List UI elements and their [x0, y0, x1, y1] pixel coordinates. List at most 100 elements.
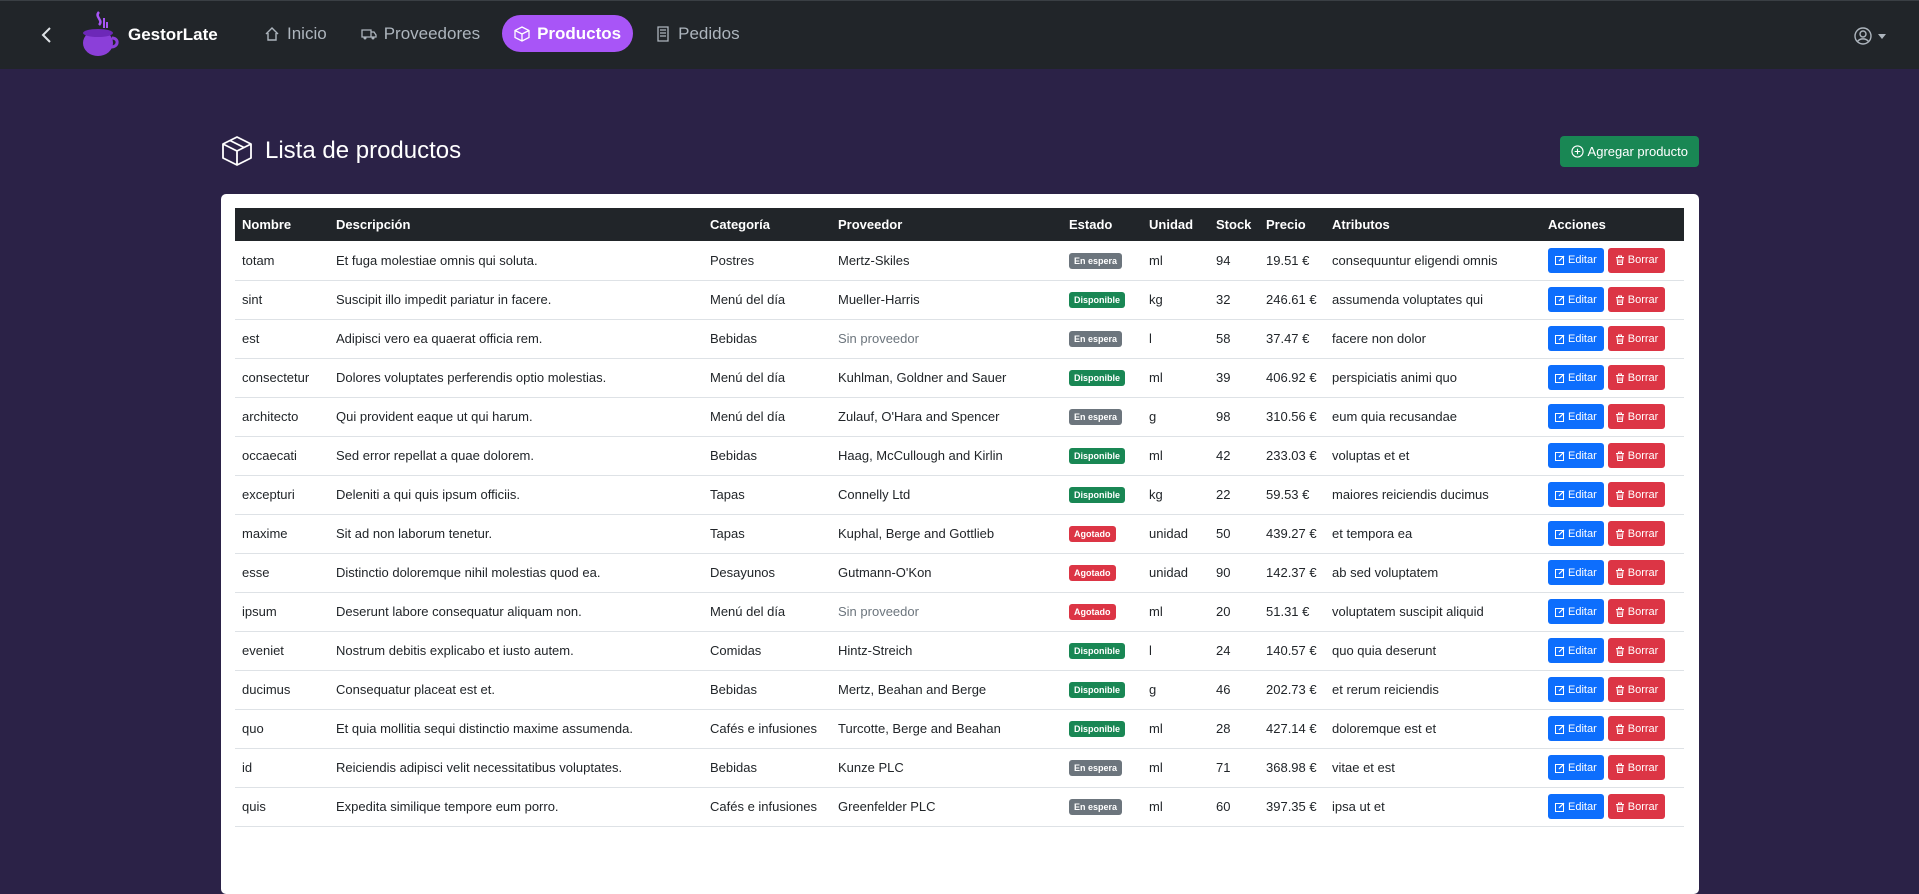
edit-button[interactable]: Editar	[1548, 365, 1604, 390]
delete-button[interactable]: Borrar	[1607, 365, 1666, 390]
delete-button[interactable]: Borrar	[1607, 326, 1666, 351]
delete-button[interactable]: Borrar	[1607, 638, 1666, 663]
edit-button[interactable]: Editar	[1548, 638, 1604, 663]
edit-label: Editar	[1568, 605, 1597, 618]
pencil-square-icon	[1555, 490, 1565, 500]
edit-label: Editar	[1568, 371, 1597, 384]
nav-link-inicio[interactable]: Inicio	[252, 15, 339, 52]
edit-label: Editar	[1568, 722, 1597, 735]
edit-button[interactable]: Editar	[1548, 287, 1604, 312]
row-actions: Editar Borrar	[1548, 247, 1677, 273]
cell-nombre: maxime	[242, 526, 288, 541]
cell-atributos: et rerum reiciendis	[1332, 682, 1439, 697]
edit-label: Editar	[1568, 410, 1597, 423]
edit-button[interactable]: Editar	[1548, 560, 1604, 585]
cell-estado: En espera	[1062, 241, 1142, 280]
edit-button[interactable]: Editar	[1548, 755, 1604, 780]
cell-precio: 233.03 €	[1266, 448, 1317, 463]
delete-button[interactable]: Borrar	[1607, 247, 1666, 273]
delete-button[interactable]: Borrar	[1607, 716, 1666, 741]
cell-atributos: et tempora ea	[1332, 526, 1413, 541]
status-badge: Disponible	[1069, 292, 1126, 308]
edit-button[interactable]: Editar	[1548, 247, 1604, 273]
cell-nombre: ducimus	[242, 682, 291, 697]
cell-categoria: Tapas	[710, 487, 745, 502]
cell-atributos: assumenda voluptates qui	[1332, 292, 1484, 307]
nav-link-pedidos[interactable]: Pedidos	[643, 15, 751, 52]
delete-button[interactable]: Borrar	[1607, 443, 1666, 468]
trash-icon	[1615, 529, 1624, 539]
cell-nombre: quis	[242, 799, 266, 814]
edit-button[interactable]: Editar	[1548, 326, 1604, 351]
edit-button[interactable]: Editar	[1548, 599, 1604, 624]
status-badge: En espera	[1069, 331, 1123, 347]
add-product-button[interactable]: Agregar producto	[1559, 135, 1699, 167]
delete-button[interactable]: Borrar	[1607, 599, 1666, 624]
back-chevron-icon[interactable]	[40, 25, 56, 45]
table-row: totam Et fuga molestiae omnis qui soluta.…	[235, 241, 1684, 280]
cell-atributos: ab sed voluptatem	[1332, 565, 1439, 580]
cell-nombre: ipsum	[242, 604, 277, 619]
delete-button[interactable]: Borrar	[1607, 287, 1666, 312]
edit-button[interactable]: Editar	[1548, 404, 1604, 429]
delete-label: Borrar	[1627, 410, 1659, 423]
edit-button[interactable]: Editar	[1548, 482, 1604, 507]
row-actions: Editar Borrar	[1548, 794, 1677, 819]
nav-link-productos[interactable]: Productos	[502, 15, 634, 52]
pencil-square-icon	[1555, 763, 1565, 773]
table-row: architecto Qui provident eaque ut qui har…	[235, 397, 1684, 436]
edit-button[interactable]: Editar	[1548, 521, 1604, 546]
cell-stock: 32	[1216, 292, 1231, 307]
cell-precio: 310.56 €	[1266, 409, 1317, 424]
delete-button[interactable]: Borrar	[1607, 560, 1666, 585]
delete-button[interactable]: Borrar	[1607, 482, 1666, 507]
cell-acciones: Editar Borrar	[1541, 475, 1684, 514]
status-badge: En espera	[1069, 799, 1123, 815]
status-badge: Disponible	[1069, 487, 1126, 503]
trash-icon	[1615, 802, 1624, 812]
delete-button[interactable]: Borrar	[1607, 404, 1666, 429]
edit-button[interactable]: Editar	[1548, 677, 1604, 702]
edit-label: Editar	[1568, 800, 1597, 813]
table-row: sint Suscipit illo impedit pariatur in fa…	[235, 280, 1684, 319]
cell-atributos: ipsa ut et	[1332, 799, 1385, 814]
delete-button[interactable]: Borrar	[1607, 755, 1666, 780]
cell-acciones: Editar Borrar	[1541, 787, 1684, 826]
user-menu[interactable]	[1854, 27, 1886, 45]
delete-button[interactable]: Borrar	[1607, 794, 1666, 819]
status-badge: Disponible	[1069, 643, 1126, 659]
cell-nombre: sint	[242, 292, 263, 307]
cell-categoria: Postres	[710, 252, 755, 268]
status-badge: En espera	[1069, 409, 1123, 425]
receipt-icon	[657, 25, 669, 42]
edit-button[interactable]: Editar	[1548, 443, 1604, 468]
brand[interactable]: GestorLate	[80, 7, 218, 63]
trash-icon	[1615, 451, 1624, 461]
cell-proveedor: Kuphal, Berge and Gottlieb	[838, 526, 995, 541]
nav-link-proveedores[interactable]: Proveedores	[349, 15, 492, 52]
status-badge: Disponible	[1069, 370, 1126, 386]
cell-stock: 98	[1216, 409, 1231, 424]
cell-descripcion: Nostrum debitis explicabo et iusto autem…	[336, 643, 574, 658]
delete-label: Borrar	[1627, 800, 1659, 813]
edit-button[interactable]: Editar	[1548, 794, 1604, 819]
cell-proveedor: Sin proveedor	[838, 604, 919, 619]
delete-button[interactable]: Borrar	[1607, 521, 1666, 546]
cell-proveedor: Hintz-Streich	[838, 643, 913, 658]
delete-button[interactable]: Borrar	[1607, 677, 1666, 702]
cell-unidad: kg	[1149, 487, 1163, 502]
truck-icon	[361, 28, 377, 39]
pencil-square-icon	[1555, 685, 1565, 695]
cell-acciones: Editar Borrar	[1541, 670, 1684, 709]
cell-unidad: unidad	[1149, 565, 1189, 580]
cell-estado: Disponible	[1062, 670, 1142, 709]
row-actions: Editar Borrar	[1548, 560, 1677, 585]
page-title: Lista de productos	[265, 137, 462, 164]
add-product-label: Agregar producto	[1587, 143, 1688, 159]
cell-atributos: maiores reiciendis ducimus	[1332, 487, 1489, 502]
edit-button[interactable]: Editar	[1548, 716, 1604, 741]
cell-unidad: ml	[1149, 604, 1163, 619]
cell-unidad: g	[1149, 409, 1157, 424]
cell-precio: 246.61 €	[1266, 292, 1317, 307]
cell-precio: 368.98 €	[1266, 760, 1317, 775]
